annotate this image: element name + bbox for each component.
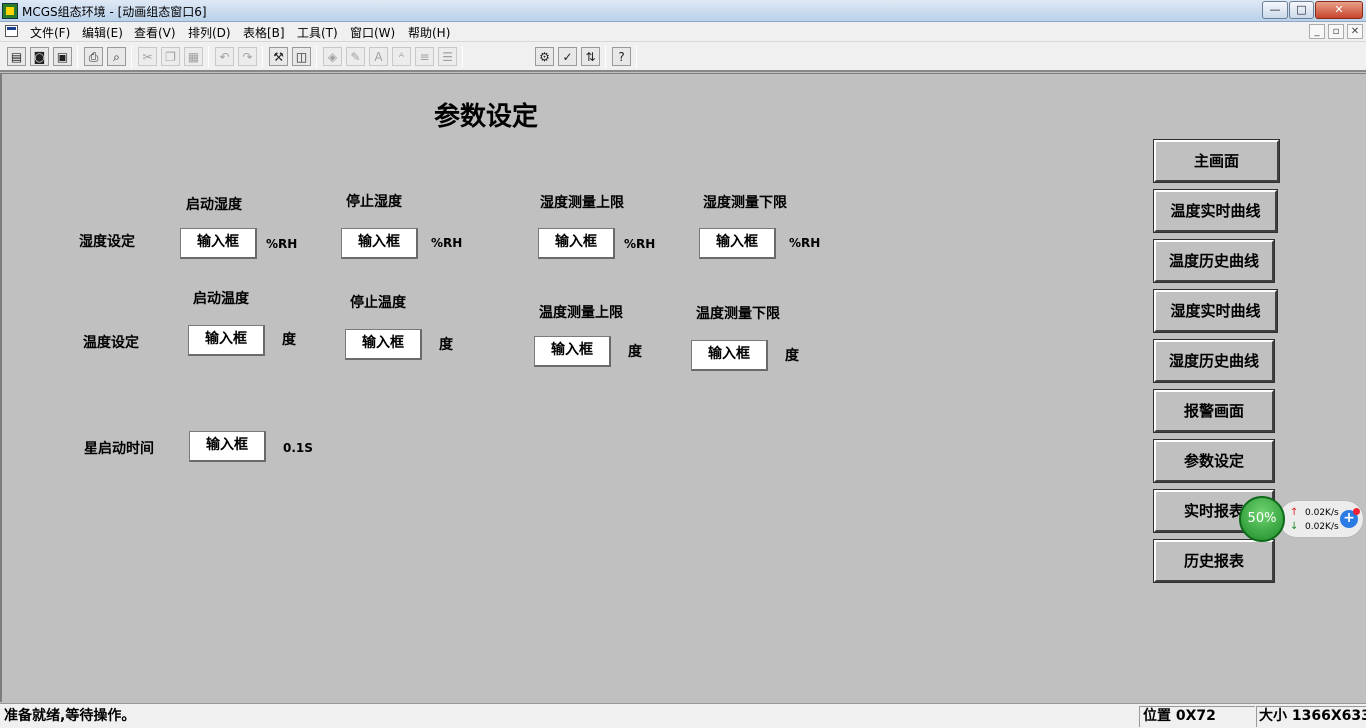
humidity-lower-input[interactable]: 输入框 [699,228,776,259]
paste-icon[interactable]: ▦ [184,47,203,66]
help-cursor-icon[interactable]: ? [612,47,631,66]
menu-edit[interactable]: 编辑(E) [82,24,123,41]
toolbar-separator [77,46,78,68]
toolbar-separator [605,46,606,68]
temperature-upper-input[interactable]: 输入框 [534,336,611,367]
line-color-icon[interactable]: ✎ [346,47,365,66]
frame-icon[interactable]: ◫ [292,47,311,66]
toolbar-separator [208,46,209,68]
upload-speed: 0.02K/s [1305,508,1339,518]
close-button[interactable]: ✕ [1315,1,1363,19]
maximize-button[interactable]: □ [1289,1,1314,19]
nav-temp-realtime-curve-button[interactable]: 温度实时曲线 [1153,189,1278,233]
document-icon[interactable] [5,25,18,37]
temperature-start-unit: 度 [282,332,296,348]
font-icon[interactable]: ᴬ [392,47,411,66]
menu-view[interactable]: 查看(V) [134,24,176,41]
mdi-close-button[interactable]: ✕ [1347,24,1363,39]
humidity-lower-label: 湿度测量下限 [703,195,787,211]
humidity-stop-unit: %RH [431,236,463,250]
star-start-time-label: 星启动时间 [84,441,154,457]
menu-arrange[interactable]: 排列(D) [188,24,231,41]
mdi-minimize-button[interactable]: _ [1309,24,1325,39]
temperature-lower-unit: 度 [785,348,799,364]
open-icon[interactable]: ◙ [30,47,49,66]
tools-icon[interactable]: ⚒ [269,47,288,66]
toolbar-separator [131,46,132,68]
humidity-stop-input[interactable]: 输入框 [341,228,418,259]
copy-icon[interactable]: ❐ [161,47,180,66]
menu-window[interactable]: 窗口(W) [350,24,395,41]
temperature-stop-unit: 度 [439,337,453,353]
toolbar-separator [316,46,317,68]
menu-tools[interactable]: 工具(T) [297,24,338,41]
redo-icon[interactable]: ↷ [238,47,257,66]
humidity-setting-label: 湿度设定 [79,234,135,250]
upload-arrow-icon: ↑ [1290,507,1299,518]
menu-file[interactable]: 文件(F) [30,24,70,41]
download-arrow-icon: ↓ [1290,521,1299,532]
temperature-upper-label: 温度测量上限 [539,305,623,321]
nav-alarm-screen-button[interactable]: 报警画面 [1153,389,1275,433]
download-speed: 0.02K/s [1305,522,1339,532]
menu-help[interactable]: 帮助(H) [408,24,450,41]
line-width-icon[interactable]: ☰ [438,47,457,66]
nav-humidity-realtime-curve-button[interactable]: 湿度实时曲线 [1153,289,1278,333]
print-icon[interactable]: ⎙ [84,47,103,66]
nav-history-report-button[interactable]: 历史报表 [1153,539,1275,583]
nav-temp-history-curve-button[interactable]: 温度历史曲线 [1153,239,1275,283]
memory-usage-ball[interactable]: 50% [1239,496,1285,542]
humidity-start-input[interactable]: 输入框 [180,228,257,259]
minimize-button[interactable]: — [1262,1,1288,19]
temperature-start-label: 启动温度 [193,291,249,307]
fill-color-icon[interactable]: ◈ [323,47,342,66]
page-title: 参数设定 [434,102,539,132]
sort-icon[interactable]: ⇅ [581,47,600,66]
status-message: 准备就绪,等待操作。 [4,708,136,724]
temperature-start-input[interactable]: 输入框 [188,325,265,356]
app-logo-icon [2,3,18,19]
star-start-time-input[interactable]: 输入框 [189,431,266,462]
menu-bar: 文件(F) 编辑(E) 查看(V) 排列(D) 表格[B] 工具(T) 窗口(W… [0,22,1366,42]
properties-icon[interactable]: ⚙ [535,47,554,66]
humidity-lower-unit: %RH [789,236,821,250]
status-position: 位置 0X72 [1143,708,1216,724]
temperature-upper-unit: 度 [628,344,642,360]
nav-main-screen-button[interactable]: 主画面 [1153,139,1280,183]
humidity-upper-input[interactable]: 输入框 [538,228,615,259]
notification-dot-icon [1353,508,1360,515]
mdi-restore-button[interactable]: ▫ [1328,24,1344,39]
humidity-upper-unit: %RH [624,237,656,251]
nav-parameter-settings-button[interactable]: 参数设定 [1153,439,1275,483]
undo-icon[interactable]: ↶ [215,47,234,66]
toolbar-separator [462,46,463,68]
temperature-lower-input[interactable]: 输入框 [691,340,768,371]
humidity-upper-label: 湿度测量上限 [540,195,624,211]
font-color-icon[interactable]: A [369,47,388,66]
check-icon[interactable]: ✓ [558,47,577,66]
status-size: 大小 1366X633 [1259,708,1366,724]
status-bar: 准备就绪,等待操作。 位置 0X72 大小 1366X633 [0,703,1366,728]
toolbar: ▤ ◙ ▣ ⎙ ⌕ ✂ ❐ ▦ ↶ ↷ ⚒ ◫ ◈ ✎ A ᴬ ≡ ☰ ⚙ ✓ … [0,42,1366,72]
cut-icon[interactable]: ✂ [138,47,157,66]
nav-humidity-history-curve-button[interactable]: 湿度历史曲线 [1153,339,1275,383]
humidity-start-unit: %RH [266,237,298,251]
temperature-lower-label: 温度测量下限 [696,306,780,322]
title-bar: MCGS组态环境 - [动画组态窗口6] — □ ✕ [0,0,1366,22]
window-title: MCGS组态环境 - [动画组态窗口6] [22,5,207,19]
window-properties-icon[interactable]: ▤ [7,47,26,66]
humidity-start-label: 启动湿度 [186,197,242,213]
toolbar-separator [636,46,637,68]
star-start-time-unit: 0.1S [283,441,313,455]
toolbar-separator [262,46,263,68]
line-style-icon[interactable]: ≡ [415,47,434,66]
temperature-stop-input[interactable]: 输入框 [345,329,422,360]
temperature-stop-label: 停止温度 [350,295,406,311]
humidity-stop-label: 停止湿度 [346,194,402,210]
print-preview-icon[interactable]: ⌕ [107,47,126,66]
menu-table[interactable]: 表格[B] [243,24,285,41]
save-icon[interactable]: ▣ [53,47,72,66]
temperature-setting-label: 温度设定 [83,335,139,351]
